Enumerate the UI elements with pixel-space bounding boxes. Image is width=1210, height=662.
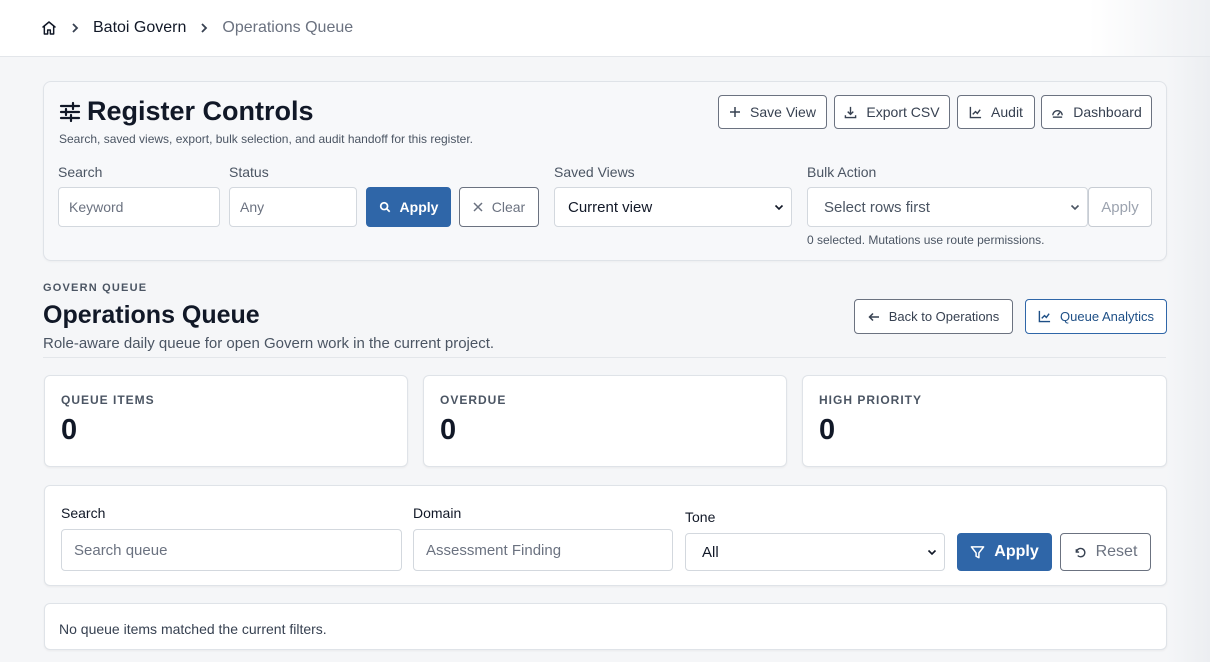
tone-select[interactable]: All xyxy=(685,533,945,571)
register-controls-subtitle: Search, saved views, export, bulk select… xyxy=(59,132,474,146)
empty-state-message: No queue items matched the current filte… xyxy=(59,621,327,637)
filter-icon xyxy=(970,545,985,560)
back-to-operations-button[interactable]: Back to Operations xyxy=(854,299,1013,334)
queue-analytics-button[interactable]: Queue Analytics xyxy=(1025,299,1167,334)
search-label: Search xyxy=(58,164,103,180)
register-controls-title: Register Controls xyxy=(87,96,314,126)
chevron-down-icon xyxy=(1069,201,1081,213)
save-view-label: Save View xyxy=(750,104,816,120)
register-apply-button[interactable]: Apply xyxy=(366,187,451,227)
home-icon[interactable] xyxy=(41,20,57,36)
stat-label: OVERDUE xyxy=(440,393,507,407)
stat-card-queue-items: QUEUE ITEMS 0 xyxy=(44,375,408,467)
gauge-icon xyxy=(1051,106,1064,119)
clear-label: Clear xyxy=(491,199,526,215)
keyword-search-input[interactable]: Keyword xyxy=(58,187,220,227)
domain-label: Domain xyxy=(413,505,462,521)
domain-input[interactable]: Assessment Finding xyxy=(413,529,673,571)
page-description: Role-aware daily queue for open Govern w… xyxy=(43,335,495,352)
breadcrumb-item-batoi-govern[interactable]: Batoi Govern xyxy=(93,19,186,37)
bulk-apply-button[interactable]: Apply xyxy=(1088,187,1152,227)
stat-card-high-priority: HIGH PRIORITY 0 xyxy=(802,375,1167,467)
saved-views-select[interactable]: Current view xyxy=(554,187,792,227)
header-divider xyxy=(43,357,1166,358)
empty-state-card: No queue items matched the current filte… xyxy=(44,603,1167,650)
stat-label: HIGH PRIORITY xyxy=(819,393,923,407)
register-apply-label: Apply xyxy=(399,199,439,215)
page-title: Operations Queue xyxy=(43,301,260,329)
export-csv-button[interactable]: Export CSV xyxy=(834,95,950,129)
breadcrumb-item-operations-queue: Operations Queue xyxy=(222,19,354,36)
top-bar: Batoi Govern Operations Queue xyxy=(0,0,1210,57)
line-chart-icon xyxy=(969,106,982,119)
filter-search-label: Search xyxy=(61,505,106,521)
line-chart-icon xyxy=(1038,310,1051,323)
audit-button[interactable]: Audit xyxy=(957,95,1035,129)
dashboard-button[interactable]: Dashboard xyxy=(1041,95,1152,129)
status-label: Status xyxy=(229,164,269,180)
saved-views-label: Saved Views xyxy=(554,164,635,180)
download-icon xyxy=(844,106,857,119)
status-input[interactable]: Any xyxy=(229,187,357,227)
queue-search-input[interactable]: Search queue xyxy=(61,529,402,571)
bulk-action-label: Bulk Action xyxy=(807,164,877,180)
breadcrumb: Batoi Govern Operations Queue xyxy=(41,18,353,38)
chevron-right-icon xyxy=(69,22,81,34)
chevron-down-icon xyxy=(773,201,785,213)
queue-analytics-label: Queue Analytics xyxy=(1060,309,1154,324)
tone-value: All xyxy=(702,543,719,561)
stat-value: 0 xyxy=(440,414,457,446)
search-icon xyxy=(379,201,391,213)
stat-label: QUEUE ITEMS xyxy=(61,393,155,407)
filter-apply-label: Apply xyxy=(994,543,1039,560)
reset-label: Reset xyxy=(1095,543,1138,560)
page-eyebrow: GOVERN QUEUE xyxy=(43,282,148,294)
saved-views-value: Current view xyxy=(568,198,653,216)
audit-label: Audit xyxy=(991,104,1023,120)
export-csv-label: Export CSV xyxy=(866,104,940,120)
save-view-button[interactable]: Save View xyxy=(718,95,827,129)
reset-button[interactable]: Reset xyxy=(1060,533,1151,571)
page-edge-shadow xyxy=(1166,57,1210,662)
back-to-operations-label: Back to Operations xyxy=(888,309,1000,324)
bulk-action-value: Select rows first xyxy=(824,198,930,216)
queue-filter-card: Search Search queue Domain Assessment Fi… xyxy=(44,485,1167,586)
bulk-action-select[interactable]: Select rows first xyxy=(807,187,1088,227)
register-controls-panel: Register Controls Search, saved views, e… xyxy=(43,81,1167,261)
chevron-right-icon xyxy=(198,22,210,34)
stat-card-overdue: OVERDUE 0 xyxy=(423,375,787,467)
chevron-down-icon xyxy=(926,546,938,558)
dashboard-label: Dashboard xyxy=(1073,104,1142,120)
bulk-selection-hint: 0 selected. Mutations use route permissi… xyxy=(807,233,1045,247)
clear-button[interactable]: Clear xyxy=(459,187,539,227)
sliders-icon xyxy=(59,101,81,123)
filter-apply-button[interactable]: Apply xyxy=(957,533,1052,571)
bulk-apply-label: Apply xyxy=(1101,198,1139,216)
stat-value: 0 xyxy=(819,414,836,446)
close-icon xyxy=(473,202,483,212)
reset-icon xyxy=(1074,546,1087,559)
arrow-left-icon xyxy=(868,311,880,323)
stat-value: 0 xyxy=(61,414,78,446)
tone-label: Tone xyxy=(685,509,716,525)
register-controls-heading: Register Controls xyxy=(59,96,314,127)
plus-icon xyxy=(729,106,741,118)
